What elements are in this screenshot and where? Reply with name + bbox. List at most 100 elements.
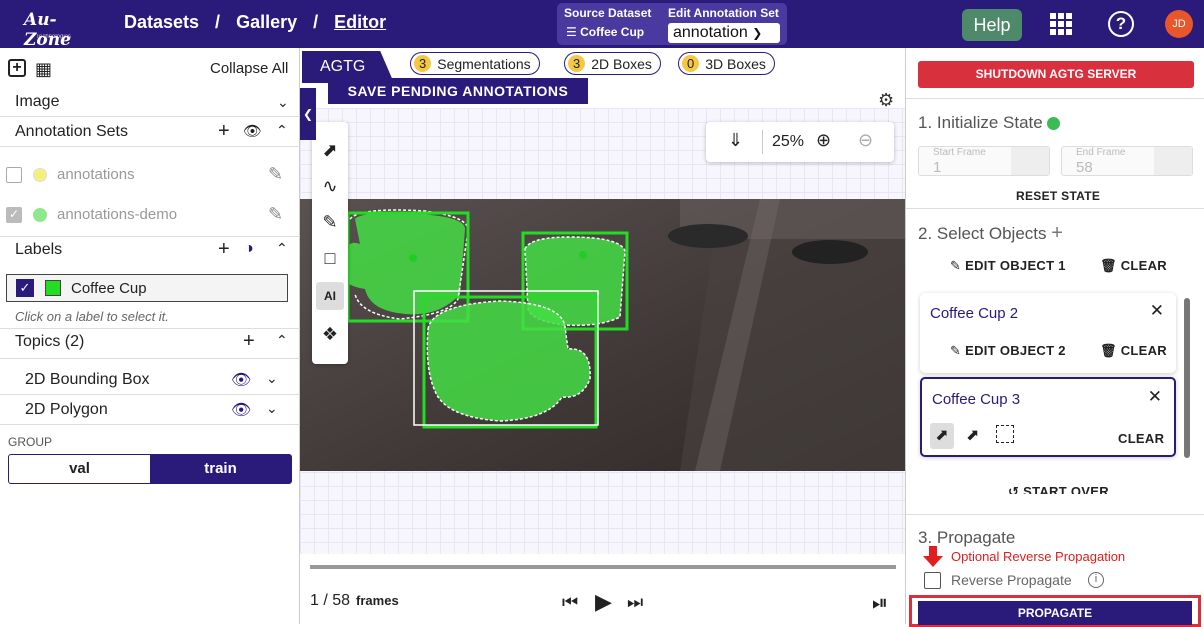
eye-icon[interactable]: 👁 — [231, 400, 251, 420]
add-icon[interactable]: + — [1051, 222, 1063, 244]
group-val-button[interactable]: val — [9, 455, 150, 483]
end-frame-input[interactable]: End Frame 58 — [1061, 146, 1193, 176]
segmentations-pill[interactable]: 3 Segmentations — [410, 52, 540, 75]
boxes-2d-pill[interactable]: 3 2D Boxes — [564, 52, 661, 75]
question-icon[interactable]: ? — [1108, 11, 1134, 37]
zoom-controls: ⇓ 25% ⊕ ⊖ — [706, 122, 894, 162]
skip-forward-icon[interactable]: ⏭ — [627, 592, 643, 613]
label-item-coffee-cup[interactable]: ✓ Coffee Cup — [6, 274, 288, 302]
download-icon[interactable]: ⇓ — [728, 130, 743, 151]
set-checkbox[interactable] — [6, 167, 22, 183]
boxes-3d-pill[interactable]: 0 3D Boxes — [678, 52, 775, 75]
timeline-bar[interactable] — [310, 565, 896, 569]
label-checkbox[interactable]: ✓ — [16, 279, 34, 297]
set-color-dot — [33, 208, 47, 222]
play-icon[interactable]: ▶ — [595, 589, 612, 615]
chevron-down-icon[interactable]: ⌄ — [266, 400, 278, 417]
object-list-scrollbar[interactable] — [1184, 298, 1190, 458]
device-object — [792, 240, 868, 264]
polyline-tool-icon[interactable]: ∿ — [316, 172, 344, 200]
save-pending-annotations-button[interactable]: SAVE PENDING ANNOTATIONS — [328, 78, 588, 104]
label-hint: Click on a label to select it. — [15, 309, 169, 324]
play-options-icon[interactable]: ⏯ — [872, 592, 888, 615]
chevron-up-icon[interactable]: ⌃ — [276, 122, 288, 139]
collapse-left-panel-tab[interactable]: ❮ — [300, 88, 316, 140]
help-button[interactable]: Help — [962, 9, 1022, 41]
hide-icon[interactable]: 👁 — [243, 122, 262, 140]
breadcrumb-datasets[interactable]: Datasets — [124, 12, 199, 33]
chevron-down-icon[interactable]: ⌄ — [277, 94, 289, 111]
apps-grid-icon[interactable] — [1050, 13, 1072, 35]
annotation-sets-title[interactable]: Annotation Sets — [15, 123, 128, 141]
label-color-swatch — [45, 280, 61, 296]
chevron-down-icon[interactable]: ⌄ — [266, 370, 278, 387]
breadcrumb-gallery[interactable]: Gallery — [236, 12, 297, 33]
optional-reverse-annotation: Optional Reverse Propagation — [951, 549, 1126, 564]
ai-tool-icon[interactable]: AI — [316, 282, 344, 310]
add-point-icon[interactable]: ⬈ — [930, 423, 954, 449]
object-list: ✎ EDIT OBJECT 1 🗑 CLEAR Coffee Cup 2 ✕ ✎… — [906, 254, 1204, 494]
topic-item[interactable]: 2D Bounding Box — [25, 371, 150, 389]
left-panel: + ▦ Collapse All Image ⌄ Annotation Sets… — [0, 48, 300, 624]
chevron-up-icon[interactable]: ⌃ — [276, 240, 288, 257]
zoom-out-icon[interactable]: ⊖ — [858, 130, 873, 151]
set-name[interactable]: annotations — [57, 166, 135, 183]
section-select-objects: 2. Select Objects + — [918, 222, 1063, 244]
frame-image[interactable] — [300, 199, 905, 471]
select-tool-icon[interactable]: ⬈ — [316, 136, 344, 164]
close-icon[interactable]: ✕ — [1148, 387, 1162, 407]
add-icon[interactable]: + — [8, 59, 26, 77]
remove-point-icon[interactable]: ⬈ — [966, 423, 979, 449]
pencil-icon[interactable]: ✎ — [268, 164, 283, 185]
dashboard-icon[interactable]: ▦ — [35, 59, 52, 80]
company-logo[interactable]: Au-Zone Technologies — [22, 6, 82, 50]
add-icon[interactable]: + — [218, 120, 230, 143]
clear-object-2-button[interactable]: 🗑 CLEAR — [1100, 343, 1167, 359]
topic-item[interactable]: 2D Polygon — [25, 401, 108, 419]
clear-object-3-button[interactable]: CLEAR — [1118, 431, 1164, 446]
object-point[interactable] — [409, 254, 417, 262]
object-point[interactable] — [579, 251, 587, 259]
eye-icon[interactable]: 👁 — [231, 370, 251, 390]
clear-object-1-button[interactable]: 🗑 CLEAR — [1100, 258, 1167, 274]
collapse-all-button[interactable]: Collapse All — [210, 60, 288, 77]
set-checkbox[interactable]: ✓ — [6, 207, 22, 223]
contrast-icon[interactable]: ◑ — [244, 240, 254, 258]
group-train-button[interactable]: train — [150, 455, 291, 483]
skip-back-icon[interactable]: ⏮ — [562, 592, 578, 613]
annotation-canvas[interactable]: ❮ ⬈ ∿ ✎ □ AI ❖ ⇓ 25% ⊕ ⊖ — [300, 88, 905, 554]
start-frame-input[interactable]: Start Frame 1 — [918, 146, 1050, 176]
box-select-icon[interactable] — [996, 425, 1014, 443]
agtg-panel: SHUTDOWN AGTG SERVER 1. Initialize State… — [905, 48, 1204, 627]
tag-tool-icon[interactable]: ❖ — [316, 320, 344, 348]
object-card-2[interactable]: Coffee Cup 2 ✕ ✎ EDIT OBJECT 2 🗑 CLEAR — [920, 293, 1176, 373]
brush-tool-icon[interactable]: ✎ — [316, 208, 344, 236]
zoom-in-icon[interactable]: ⊕ — [816, 130, 831, 151]
reverse-propagate-checkbox[interactable] — [924, 572, 941, 589]
shutdown-agtg-server-button[interactable]: SHUTDOWN AGTG SERVER — [918, 61, 1194, 88]
avatar[interactable]: JD — [1165, 10, 1193, 38]
info-icon[interactable]: i — [1088, 572, 1104, 588]
section-propagate: 3. Propagate — [918, 528, 1016, 547]
object-card-3[interactable]: Coffee Cup 3 ✕ ⬈ ⬈ CLEAR — [920, 377, 1176, 457]
edit-object-2-button[interactable]: ✎ EDIT OBJECT 2 — [950, 343, 1066, 359]
labels-title[interactable]: Labels — [15, 241, 62, 259]
edit-object-1-button[interactable]: ✎ EDIT OBJECT 1 — [950, 258, 1066, 274]
start-over-button[interactable]: ↺ START OVER — [1008, 484, 1109, 494]
set-name[interactable]: annotations-demo — [57, 206, 177, 223]
add-icon[interactable]: + — [243, 330, 255, 353]
propagate-button[interactable]: PROPAGATE — [918, 601, 1192, 625]
annotation-set-select[interactable]: annotation ❯ — [668, 23, 780, 43]
reset-state-button[interactable]: RESET STATE — [1016, 189, 1100, 203]
pencil-icon[interactable]: ✎ — [268, 204, 283, 225]
device-object — [668, 224, 748, 248]
topics-title[interactable]: Topics (2) — [15, 333, 84, 351]
add-icon[interactable]: + — [218, 238, 230, 261]
chevron-up-icon[interactable]: ⌃ — [276, 332, 288, 349]
frame-counter: 1 / 58 frames — [310, 592, 399, 609]
close-icon[interactable]: ✕ — [1150, 301, 1164, 321]
box-tool-icon[interactable]: □ — [316, 244, 344, 272]
breadcrumb-editor[interactable]: Editor — [334, 12, 386, 33]
image-section-title[interactable]: Image — [15, 93, 59, 111]
arrow-down-icon — [922, 546, 944, 568]
